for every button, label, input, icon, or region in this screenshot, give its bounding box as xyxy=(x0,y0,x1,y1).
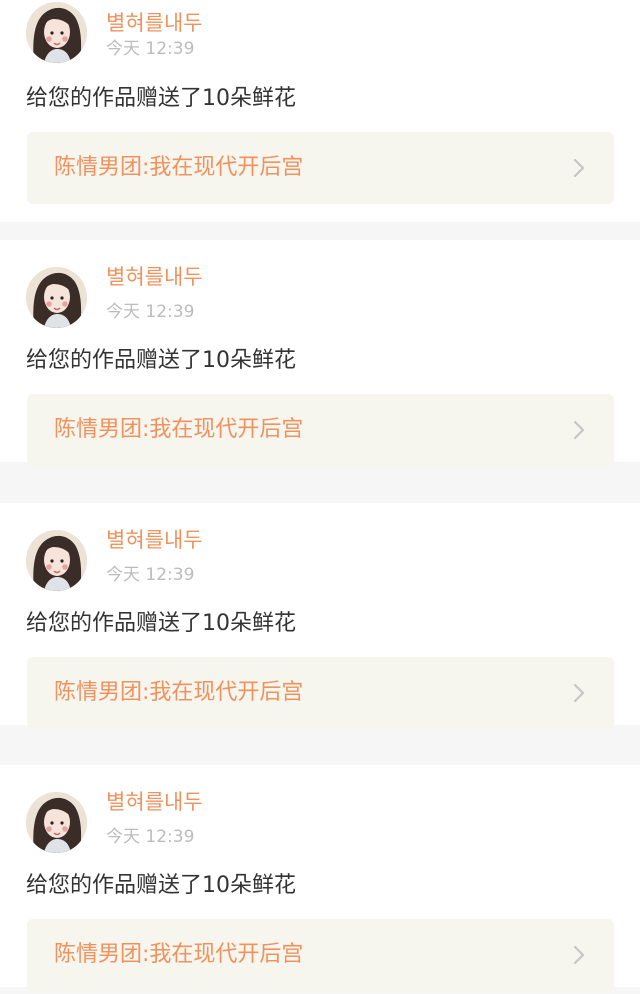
work-title: 陈情男团:我在现代开后宫 xyxy=(54,155,304,180)
timestamp: 今天 12:39 xyxy=(106,302,195,322)
notification-feed: 별혀를내두 今天 12:39 给您的作品赠送了10朵鲜花 陈情男团:我在现代开后… xyxy=(0,0,640,994)
gift-notification-card: 별혀를내두 今天 12:39 给您的作品赠送了10朵鲜花 陈情男团:我在现代开后… xyxy=(0,765,640,991)
work-link-button[interactable]: 陈情男团:我在现代开后宫 xyxy=(27,394,614,466)
timestamp: 今天 12:39 xyxy=(106,565,195,585)
work-link-button[interactable]: 陈情男团:我在现代开后宫 xyxy=(27,919,614,991)
chevron-right-icon xyxy=(571,945,587,965)
avatar[interactable] xyxy=(26,530,87,591)
chevron-right-icon xyxy=(571,420,587,440)
gift-message: 给您的作品赠送了10朵鲜花 xyxy=(26,348,296,373)
username[interactable]: 별혀를내두 xyxy=(106,264,203,290)
avatar[interactable] xyxy=(26,792,87,853)
work-title: 陈情男团:我在现代开后宫 xyxy=(54,680,304,705)
username[interactable]: 별혀를내두 xyxy=(106,789,203,815)
avatar[interactable] xyxy=(26,267,87,328)
timestamp: 今天 12:39 xyxy=(106,39,195,59)
chevron-right-icon xyxy=(571,158,587,178)
gift-notification-card: 별혀를내두 今天 12:39 给您的作品赠送了10朵鲜花 陈情男团:我在现代开后… xyxy=(0,0,640,222)
timestamp: 今天 12:39 xyxy=(106,827,195,847)
work-link-button[interactable]: 陈情男团:我在现代开后宫 xyxy=(27,132,614,204)
work-title: 陈情男团:我在现代开后宫 xyxy=(54,417,304,442)
username[interactable]: 별혀를내두 xyxy=(106,10,203,36)
gift-notification-card: 별혀를내두 今天 12:39 给您的作品赠送了10朵鲜花 陈情男团:我在现代开后… xyxy=(0,240,640,466)
avatar[interactable] xyxy=(26,2,87,63)
gift-message: 给您的作品赠送了10朵鲜花 xyxy=(26,86,296,111)
gift-message: 给您的作品赠送了10朵鲜花 xyxy=(26,873,296,898)
chevron-right-icon xyxy=(571,683,587,703)
work-link-button[interactable]: 陈情男团:我在现代开后宫 xyxy=(27,657,614,729)
gift-message: 给您的作品赠送了10朵鲜花 xyxy=(26,611,296,636)
username[interactable]: 별혀를내두 xyxy=(106,527,203,553)
gift-notification-card: 별혀를내두 今天 12:39 给您的作品赠送了10朵鲜花 陈情男团:我在现代开后… xyxy=(0,503,640,729)
work-title: 陈情男团:我在现代开后宫 xyxy=(54,942,304,967)
